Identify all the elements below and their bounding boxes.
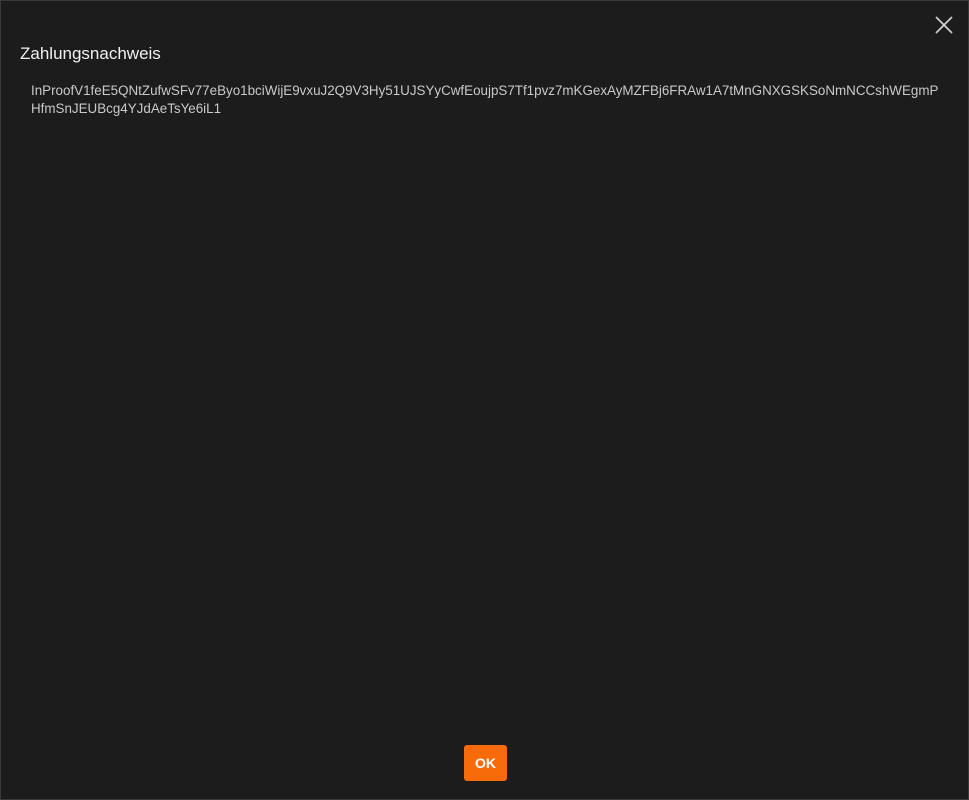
payment-proof-text: InProofV1feE5QNtZufwSFv77eByo1bciWijE9vx… (31, 83, 939, 116)
ok-button[interactable]: OK (464, 745, 507, 781)
dialog-title: Zahlungsnachweis (20, 44, 161, 63)
close-icon (935, 16, 953, 34)
payment-proof-dialog: Zahlungsnachweis InProofV1feE5QNtZufwSFv… (0, 0, 969, 800)
close-button[interactable] (933, 14, 955, 36)
